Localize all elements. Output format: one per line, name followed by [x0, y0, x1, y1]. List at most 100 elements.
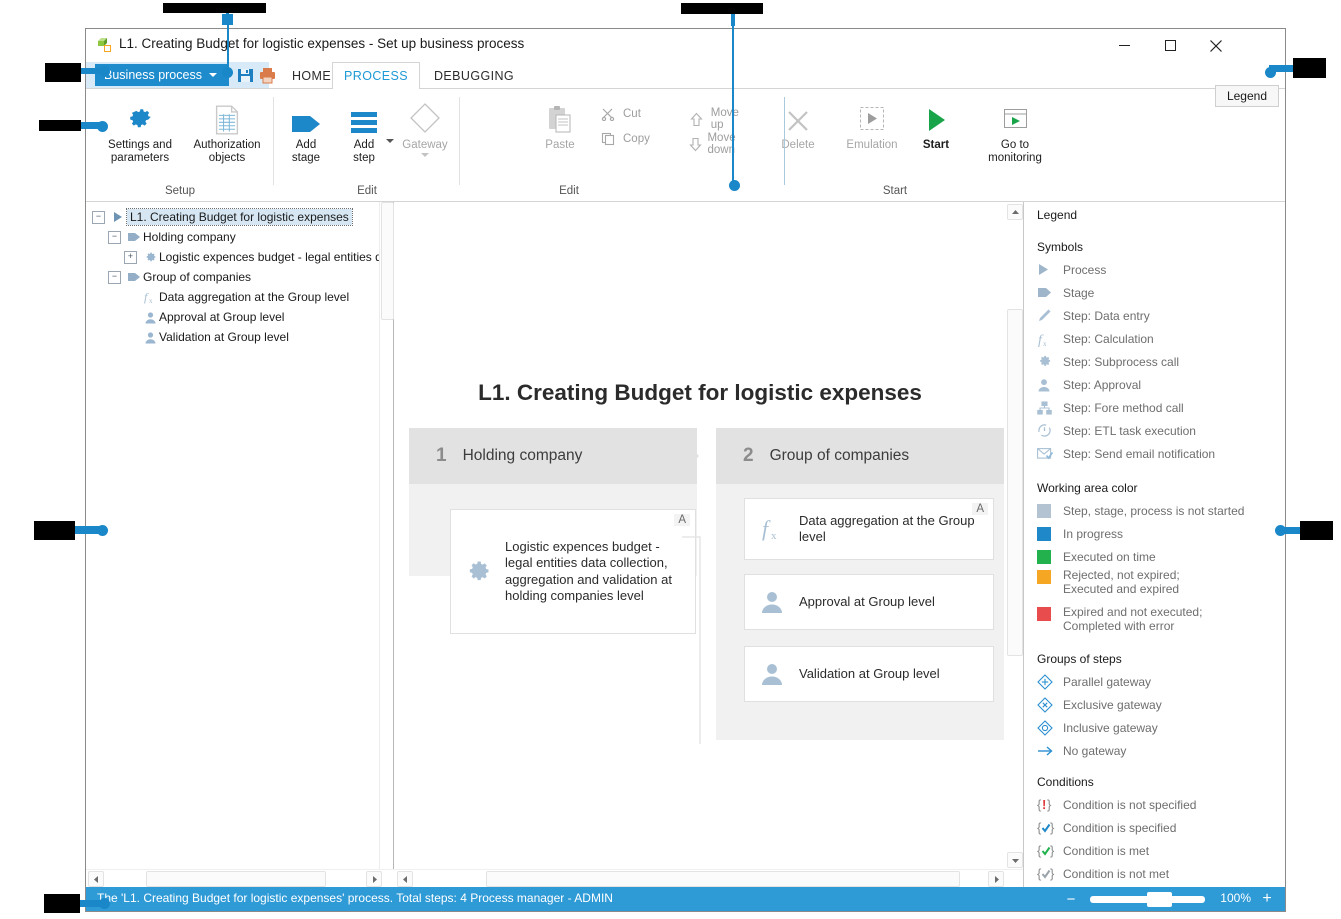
legend-item-label: Expired and not executed;Completed with …: [1063, 605, 1202, 633]
move-down-button[interactable]: Move down: [688, 132, 750, 156]
stage-header-1[interactable]: 1 Holding company: [409, 428, 697, 484]
paste-button[interactable]: Paste: [532, 95, 588, 152]
copy-icon: [598, 132, 618, 146]
tree-node-step-calculation[interactable]: fx Data aggregation at the Group level: [86, 287, 380, 307]
stage-arrow-icon: [290, 95, 322, 135]
scroll-down-arrow[interactable]: [1007, 852, 1023, 868]
legend-toggle-label: Legend: [1227, 89, 1267, 103]
tree-node-step-validation[interactable]: Validation at Group level: [86, 327, 380, 347]
annotation-dot-canvas: [729, 180, 740, 191]
business-process-menu-button[interactable]: Business process: [95, 64, 229, 86]
application-window: L1. Creating Budget for logistic expense…: [85, 28, 1286, 912]
diagram-canvas[interactable]: L1. Creating Budget for logistic expense…: [394, 202, 1006, 870]
expander-icon[interactable]: −: [108, 271, 121, 284]
expander-icon[interactable]: −: [108, 231, 121, 244]
subprocess-gear-icon: [1037, 354, 1063, 369]
tree-node-step-subprocess[interactable]: + Logistic expences budget - legal entit…: [86, 247, 380, 267]
legend-item-label: Condition is not met: [1063, 867, 1169, 881]
add-step-dropdown-arrow[interactable]: [386, 139, 394, 143]
tree-node-stage-holding[interactable]: − Holding company: [86, 227, 380, 247]
save-icon[interactable]: [237, 67, 254, 84]
scroll-right-arrow[interactable]: [988, 871, 1004, 887]
chevron-down-icon: [209, 73, 217, 77]
add-step-button[interactable]: Addstep: [336, 95, 392, 165]
legend-item-label: Condition is not specified: [1063, 798, 1196, 812]
ribbon-group-setup-label: Setup: [86, 185, 274, 197]
scrollbar-thumb[interactable]: [486, 871, 960, 887]
legend-toggle-button[interactable]: Legend: [1215, 85, 1279, 107]
annotation-box-right-2: [1300, 521, 1333, 540]
diamond-icon: [408, 95, 442, 135]
step-card-approval[interactable]: Approval at Group level: [744, 574, 994, 630]
stage-connector: [682, 484, 722, 744]
go-to-monitoring-button[interactable]: Go tomonitoring: [974, 95, 1056, 165]
approval-person-icon: [745, 589, 799, 615]
scroll-up-arrow[interactable]: [1007, 204, 1023, 220]
stage-icon: [125, 232, 143, 242]
zoom-out-button[interactable]: −: [1061, 889, 1081, 909]
step-card-calculation[interactable]: f x Data aggregation at the Group level …: [744, 498, 994, 560]
play-dashed-icon: [856, 95, 888, 135]
cut-button[interactable]: Cut: [598, 107, 641, 121]
process-tree[interactable]: − L1. Creating Budget for logistic expen…: [86, 207, 380, 870]
tree-node-stage-group[interactable]: − Group of companies: [86, 267, 380, 287]
business-process-menu-label: Business process: [104, 68, 202, 82]
tree-node-label: L1. Creating Budget for logistic expense…: [127, 209, 352, 225]
annotation-box-left-1: [45, 63, 81, 82]
diagram-title: L1. Creating Budget for logistic expense…: [394, 380, 1006, 406]
tree-node-process[interactable]: − L1. Creating Budget for logistic expen…: [86, 207, 380, 227]
step-text: Data aggregation at the Group level: [799, 513, 993, 546]
legend-section-symbols-heading: Symbols: [1037, 240, 1285, 254]
scroll-left-arrow[interactable]: [397, 871, 413, 887]
scroll-left-arrow[interactable]: [88, 871, 104, 887]
legend-item-label: Condition is specified: [1063, 821, 1176, 835]
move-up-label: Move up: [711, 107, 750, 131]
move-up-button[interactable]: Move up: [688, 107, 750, 131]
legend-section-colors-heading: Working area color: [1037, 481, 1285, 495]
status-text: The 'L1. Creating Budget for logistic ex…: [97, 891, 613, 905]
step-card-validation[interactable]: Validation at Group level: [744, 646, 994, 702]
print-icon[interactable]: [259, 67, 276, 84]
authorization-objects-button[interactable]: Authorizationobjects: [184, 95, 270, 165]
canvas-vertical-scrollbar[interactable]: [1006, 202, 1023, 870]
subprocess-gear-icon: [141, 251, 159, 264]
tab-debugging[interactable]: DEBUGGING: [420, 62, 528, 89]
brace-check-icon: { }: [1037, 866, 1063, 881]
no-gateway-arrow-icon: [1037, 745, 1063, 757]
stage-icon: [1037, 287, 1063, 298]
tab-process[interactable]: PROCESS: [332, 62, 420, 89]
expander-icon[interactable]: −: [92, 211, 105, 224]
legend-item-rejected: Rejected, not expired;Executed and expir…: [1037, 568, 1285, 602]
color-swatch: [1037, 550, 1063, 564]
tree-node-step-approval[interactable]: Approval at Group level: [86, 307, 380, 327]
play-green-icon: [922, 95, 950, 135]
legend-item-fore-method: Step: Fore method call: [1037, 396, 1285, 419]
settings-and-parameters-button[interactable]: Settings andparameters: [96, 95, 184, 165]
emulation-button[interactable]: Emulation: [836, 95, 908, 152]
maximize-button[interactable]: [1147, 29, 1193, 62]
canvas-horizontal-scrollbar[interactable]: [394, 869, 1023, 887]
gateway-button[interactable]: Gateway: [394, 95, 456, 152]
go-to-monitoring-label: Go tomonitoring: [988, 139, 1042, 165]
scroll-right-arrow[interactable]: [366, 871, 382, 887]
zoom-slider-thumb[interactable]: [1147, 892, 1172, 907]
quick-access-toolbar: Business process: [86, 62, 269, 89]
scrollbar-thumb[interactable]: [1007, 309, 1023, 656]
title-bar: L1. Creating Budget for logistic expense…: [86, 29, 1285, 62]
close-button[interactable]: [1193, 29, 1239, 62]
tree-horizontal-scrollbar[interactable]: [86, 869, 394, 887]
expander-icon[interactable]: +: [124, 251, 137, 264]
cut-label: Cut: [623, 108, 641, 120]
add-stage-button[interactable]: Addstage: [278, 95, 334, 165]
step-card-subprocess[interactable]: Logistic expences budget - legal entitie…: [450, 509, 696, 634]
minimize-button[interactable]: [1101, 29, 1147, 62]
zoom-slider[interactable]: [1090, 896, 1205, 903]
copy-button[interactable]: Copy: [598, 132, 650, 146]
stage-header-2[interactable]: 2 Group of companies: [716, 428, 1004, 484]
process-icon: [109, 211, 127, 223]
zoom-in-button[interactable]: +: [1257, 889, 1277, 909]
start-button[interactable]: Start: [910, 95, 962, 152]
scrollbar-thumb[interactable]: [146, 871, 326, 887]
tree-vertical-scrollbar[interactable]: [379, 202, 393, 870]
scrollbar-thumb[interactable]: [381, 202, 394, 320]
